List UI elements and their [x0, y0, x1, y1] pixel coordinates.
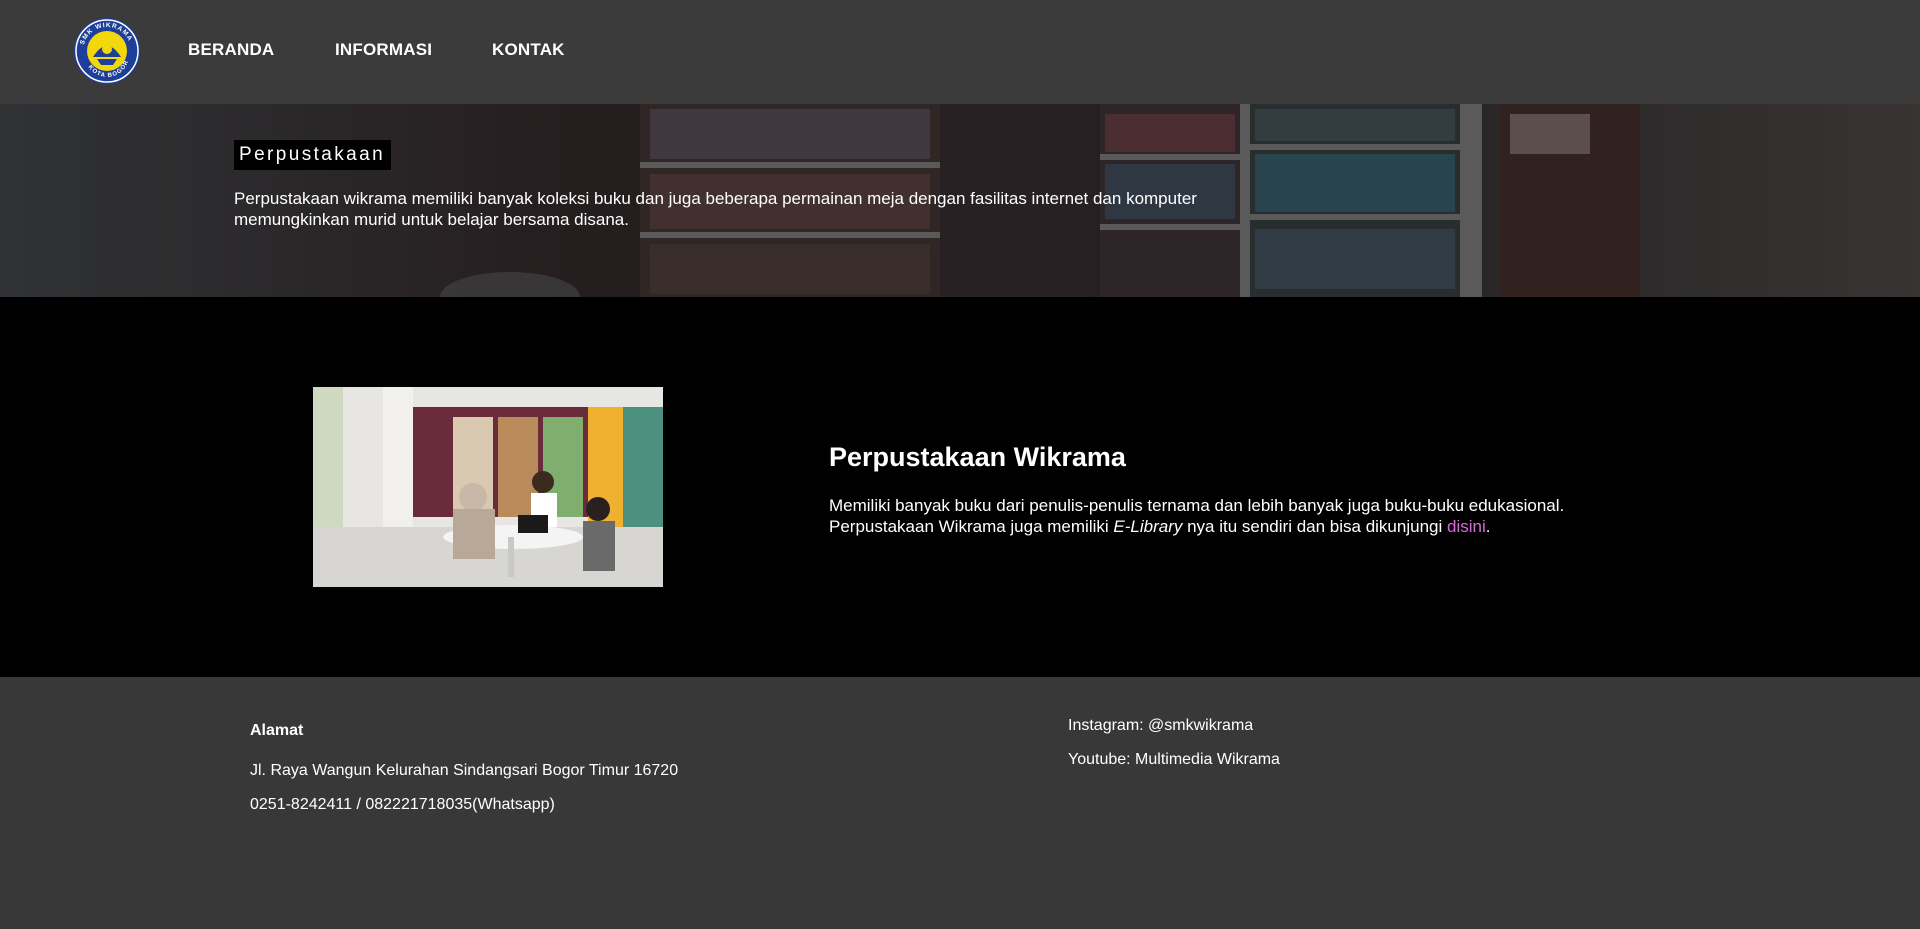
section-text-line1: Memiliki banyak buku dari penulis-penuli… — [829, 496, 1565, 515]
nav-beranda[interactable]: BERANDA — [188, 40, 274, 60]
footer-youtube: Youtube: Multimedia Wikrama — [1068, 751, 1280, 768]
footer-address: Jl. Raya Wangun Kelurahan Sindangsari Bo… — [250, 762, 679, 779]
navbar: SMK WIKRAMA KOTA BOGOR BERANDA INFORMASI… — [0, 0, 1920, 104]
section-text: Memiliki banyak buku dari penulis-penuli… — [829, 495, 1649, 537]
footer-address-heading: Alamat — [250, 722, 304, 739]
hero-title: Perpustakaan — [234, 140, 392, 170]
section-text-line2-after: . — [1485, 517, 1491, 536]
footer-instagram: Instagram: @smkwikrama — [1068, 717, 1254, 734]
footer-phone: 0251-8242411 / 082221718035(Whatsapp) — [250, 796, 555, 813]
disini-link[interactable]: disini — [1447, 517, 1486, 536]
section-text-line2-middle: nya itu sendiri dan bisa dikunjungi — [1182, 517, 1447, 536]
school-logo-icon[interactable]: SMK WIKRAMA KOTA BOGOR — [73, 17, 141, 85]
hero-banner: Perpustakaan Perpustakaan wikrama memili… — [0, 104, 1920, 297]
section-text-line2-before: Perpustakaan Wikrama juga memiliki — [829, 517, 1114, 536]
main-section: Perpustakaan Wikrama Memiliki banyak buk… — [0, 297, 1920, 677]
section-title: Perpustakaan Wikrama — [829, 442, 1126, 472]
library-photo — [313, 387, 663, 587]
nav-informasi[interactable]: INFORMASI — [335, 40, 432, 60]
footer: Alamat Jl. Raya Wangun Kelurahan Sindang… — [0, 677, 1920, 929]
nav-kontak[interactable]: KONTAK — [492, 40, 565, 60]
e-library-text: E-Library — [1113, 517, 1183, 536]
hero-description: Perpustakaan wikrama memiliki banyak kol… — [234, 189, 1197, 229]
